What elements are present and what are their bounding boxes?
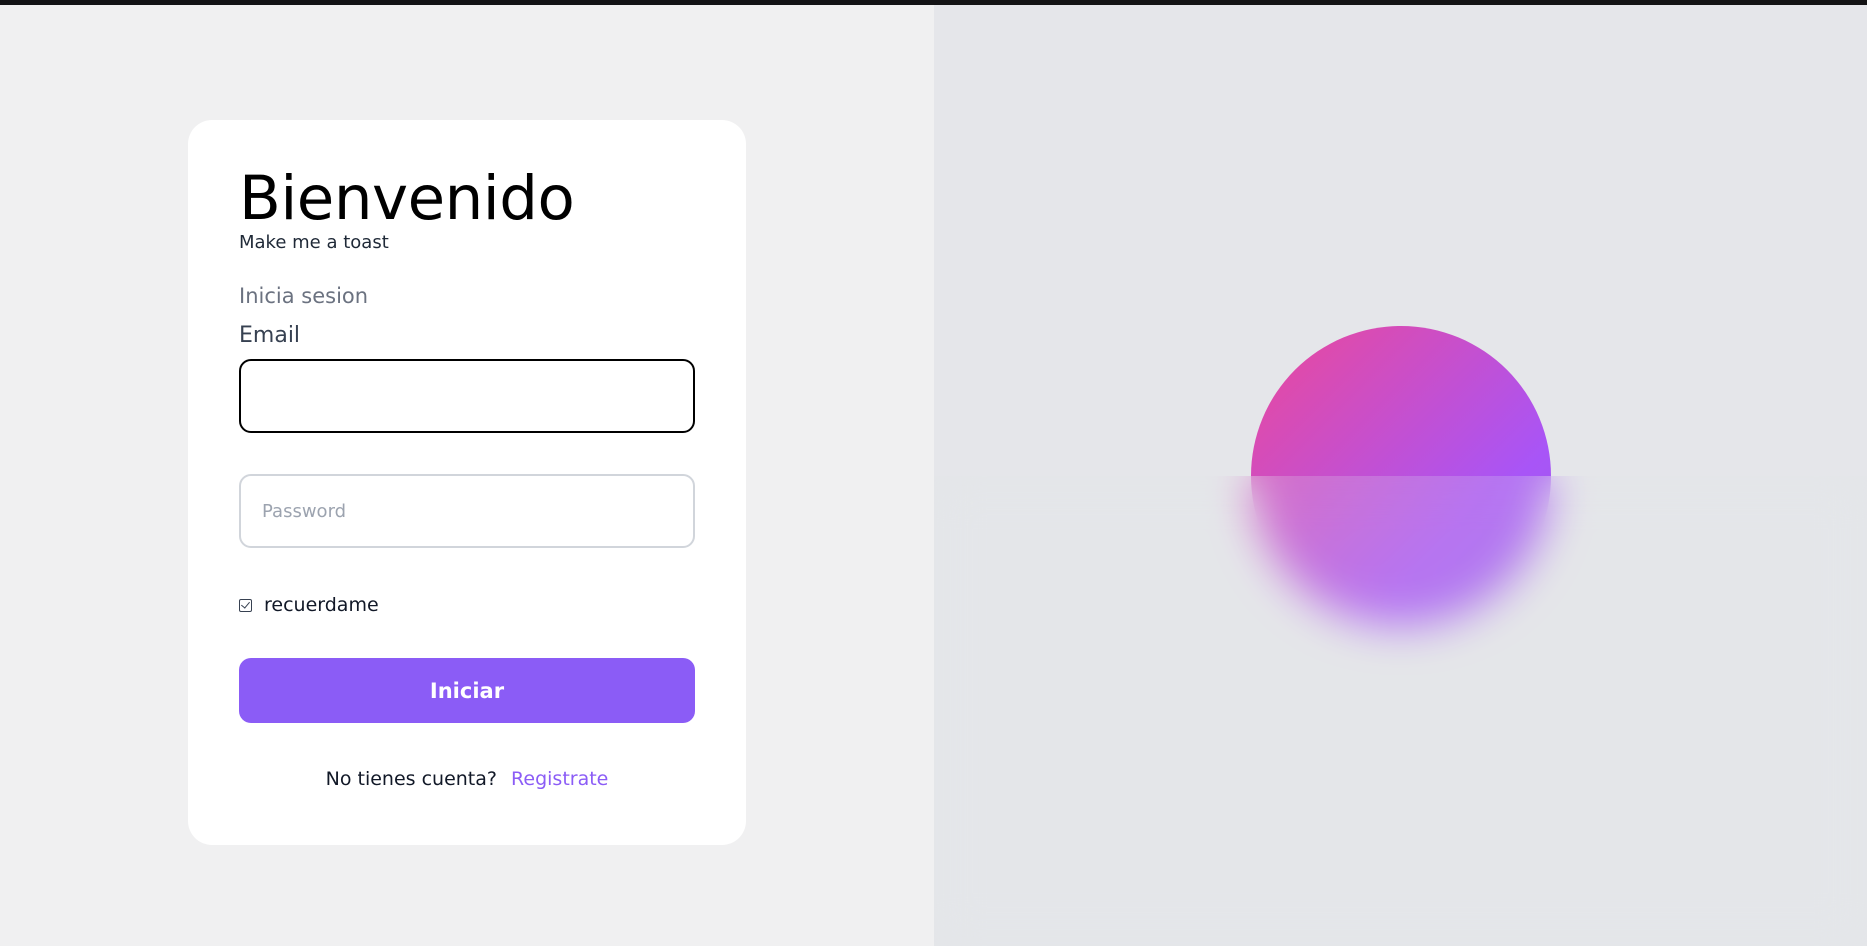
signup-link[interactable]: Registrate [511,768,608,790]
page-subtitle: Make me a toast [239,232,389,253]
login-button[interactable]: Iniciar [239,658,695,723]
login-card: Bienvenido Make me a toast Inicia sesion… [188,120,746,845]
login-pane: Bienvenido Make me a toast Inicia sesion… [0,5,934,946]
remember-checkbox[interactable] [239,598,252,612]
section-label: Inicia sesion [239,284,369,308]
blur-overlay [934,476,1867,946]
password-field[interactable] [239,474,695,548]
email-label: Email [239,323,301,348]
decor-pane [934,5,1867,946]
signup-row: No tienes cuenta? Registrate [188,768,746,790]
page-title: Bienvenido [239,163,575,234]
email-field[interactable] [239,359,695,433]
signup-prompt: No tienes cuenta? [325,768,497,790]
remember-label: recuerdame [264,594,379,616]
remember-row[interactable]: recuerdame [239,594,379,616]
